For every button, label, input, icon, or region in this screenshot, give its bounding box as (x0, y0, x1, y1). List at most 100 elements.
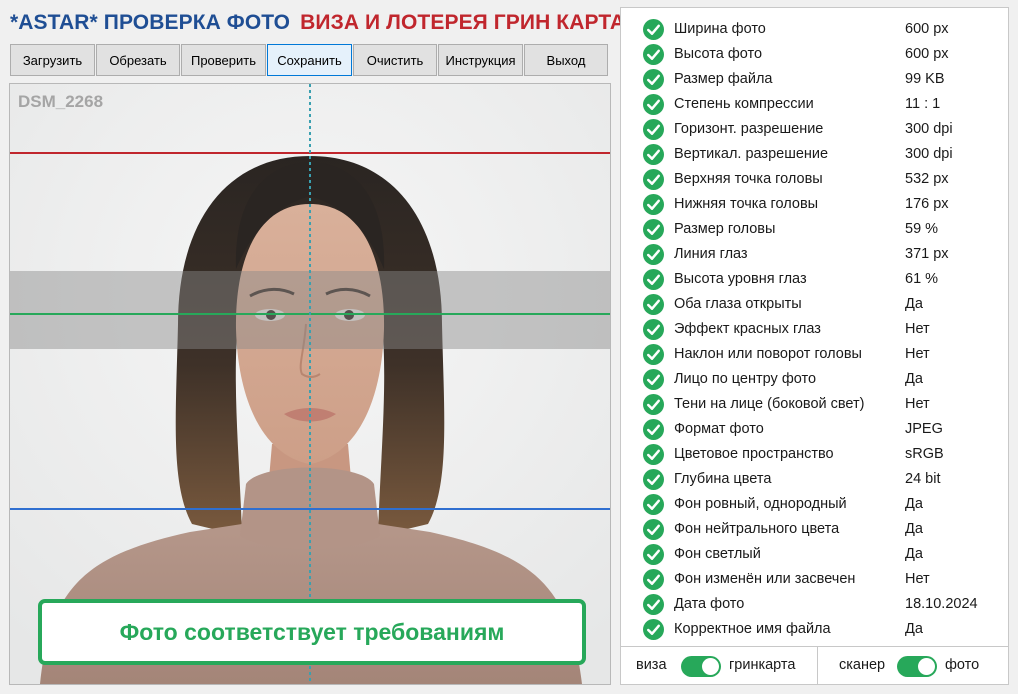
check-label: Фон светлый (674, 546, 761, 562)
check-row: Фон светлый Да (621, 542, 1008, 567)
check-circle-icon (643, 419, 664, 440)
check-circle-icon (643, 119, 664, 140)
check-value: 600 px (905, 46, 949, 62)
check-circle-icon (643, 319, 664, 340)
exit-button[interactable]: Выход (524, 44, 608, 76)
check-row: Лицо по центру фото Да (621, 367, 1008, 392)
check-label: Размер файла (674, 71, 773, 87)
check-circle-icon (643, 194, 664, 215)
check-value: 300 dpi (905, 146, 953, 162)
check-value: Нет (905, 321, 930, 337)
check-value: 600 px (905, 21, 949, 37)
load-button[interactable]: Загрузить (10, 44, 95, 76)
check-row: Фон ровный, однородный Да (621, 492, 1008, 517)
check-circle-icon (643, 169, 664, 190)
check-row: Линия глаз 371 px (621, 242, 1008, 267)
check-label: Размер головы (674, 221, 776, 237)
photo-filename: DSM_2268 (18, 92, 104, 111)
scanner-toggle-label: сканер (839, 657, 886, 673)
check-label: Эффект красных глаз (674, 321, 821, 337)
check-circle-icon (643, 594, 664, 615)
check-row: Горизонт. разрешение 300 dpi (621, 117, 1008, 142)
check-row: Нижняя точка головы 176 px (621, 192, 1008, 217)
check-row: Размер файла 99 KB (621, 67, 1008, 92)
check-row: Корректное имя файла Да (621, 617, 1008, 642)
check-value: sRGB (905, 446, 944, 462)
check-label: Формат фото (674, 421, 764, 437)
check-value: 18.10.2024 (905, 596, 978, 612)
check-circle-icon (643, 444, 664, 465)
check-circle-icon (643, 544, 664, 565)
check-value: 24 bit (905, 471, 941, 487)
check-label: Верхняя точка головы (674, 171, 823, 187)
visa-greencard-toggle[interactable] (681, 656, 721, 677)
check-label: Лицо по центру фото (674, 371, 817, 387)
mode-toggle-bar: виза гринкарта сканер фото (620, 647, 1009, 685)
app-window: *ASTAR* ПРОВЕРКА ФОТО ВИЗА И ЛОТЕРЕЯ ГРИН… (0, 0, 1018, 694)
check-row: Вертикал. разрешение 300 dpi (621, 142, 1008, 167)
check-value: Да (905, 546, 923, 562)
check-label: Дата фото (674, 596, 745, 612)
check-circle-icon (643, 269, 664, 290)
scanner-photo-toggle[interactable] (897, 656, 937, 677)
check-label: Тени на лице (боковой свет) (674, 396, 865, 412)
check-value: JPEG (905, 421, 943, 437)
check-circle-icon (643, 144, 664, 165)
toolbar: Загрузить Обрезать Проверить Сохранить О… (10, 44, 609, 76)
check-row: Фон изменён или засвечен Нет (621, 567, 1008, 592)
check-label: Цветовое пространство (674, 446, 834, 462)
app-title-main: *ASTAR* ПРОВЕРКА ФОТО (10, 11, 291, 34)
check-circle-icon (643, 519, 664, 540)
check-value: 371 px (905, 246, 949, 262)
check-value: 59 % (905, 221, 939, 237)
check-value: 176 px (905, 196, 949, 212)
check-label: Фон нейтрального цвета (674, 521, 840, 537)
check-label: Корректное имя файла (674, 621, 831, 637)
check-value: 532 px (905, 171, 949, 187)
check-label: Степень компрессии (674, 96, 814, 112)
checks-panel: Ширина фото 600 px Высота фото 600 px Размер… (620, 7, 1009, 647)
verdict-banner: Фото соответствует требованиям (38, 599, 586, 665)
check-value: 99 KB (905, 71, 945, 87)
check-circle-icon (643, 569, 664, 590)
instructions-button[interactable]: Инструкция (438, 44, 523, 76)
check-value: Нет (905, 396, 930, 412)
save-button[interactable]: Сохранить (267, 44, 352, 76)
check-label: Высота уровня глаз (674, 271, 807, 287)
check-row: Формат фото JPEG (621, 417, 1008, 442)
check-circle-icon (643, 69, 664, 90)
check-label: Наклон или поворот головы (674, 346, 862, 362)
check-value: 11 : 1 (905, 96, 941, 112)
check-circle-icon (643, 469, 664, 490)
check-circle-icon (643, 394, 664, 415)
check-value: Нет (905, 346, 930, 362)
check-row: Оба глаза открыты Да (621, 292, 1008, 317)
check-row: Наклон или поворот головы Нет (621, 342, 1008, 367)
check-label: Ширина фото (674, 21, 766, 37)
crop-button[interactable]: Обрезать (96, 44, 180, 76)
check-button[interactable]: Проверить (181, 44, 266, 76)
photo-preview: DSM_2268 Фото соответствует требованиям (9, 83, 611, 685)
check-label: Горизонт. разрешение (674, 121, 824, 137)
app-title-sub: ВИЗА И ЛОТЕРЕЯ ГРИН КАРТА (300, 11, 626, 34)
clear-button[interactable]: Очистить (353, 44, 437, 76)
check-value: Нет (905, 571, 930, 587)
portrait-photo (10, 84, 610, 684)
check-value: Да (905, 621, 923, 637)
check-value: Да (905, 371, 923, 387)
photo-toggle-label: фото (945, 657, 980, 673)
check-circle-icon (643, 94, 664, 115)
check-circle-icon (643, 19, 664, 40)
check-label: Фон изменён или засвечен (674, 571, 856, 587)
check-value: Да (905, 296, 923, 312)
check-value: Да (905, 496, 923, 512)
check-circle-icon (643, 369, 664, 390)
verdict-text: Фото соответствует требованиям (119, 618, 505, 645)
check-label: Глубина цвета (674, 471, 772, 487)
check-row: Глубина цвета 24 bit (621, 467, 1008, 492)
check-row: Ширина фото 600 px (621, 17, 1008, 42)
check-row: Высота фото 600 px (621, 42, 1008, 67)
check-label: Нижняя точка головы (674, 196, 819, 212)
app-title: *ASTAR* ПРОВЕРКА ФОТО ВИЗА И ЛОТЕРЕЯ ГРИН… (10, 11, 625, 35)
check-row: Эффект красных глаз Нет (621, 317, 1008, 342)
